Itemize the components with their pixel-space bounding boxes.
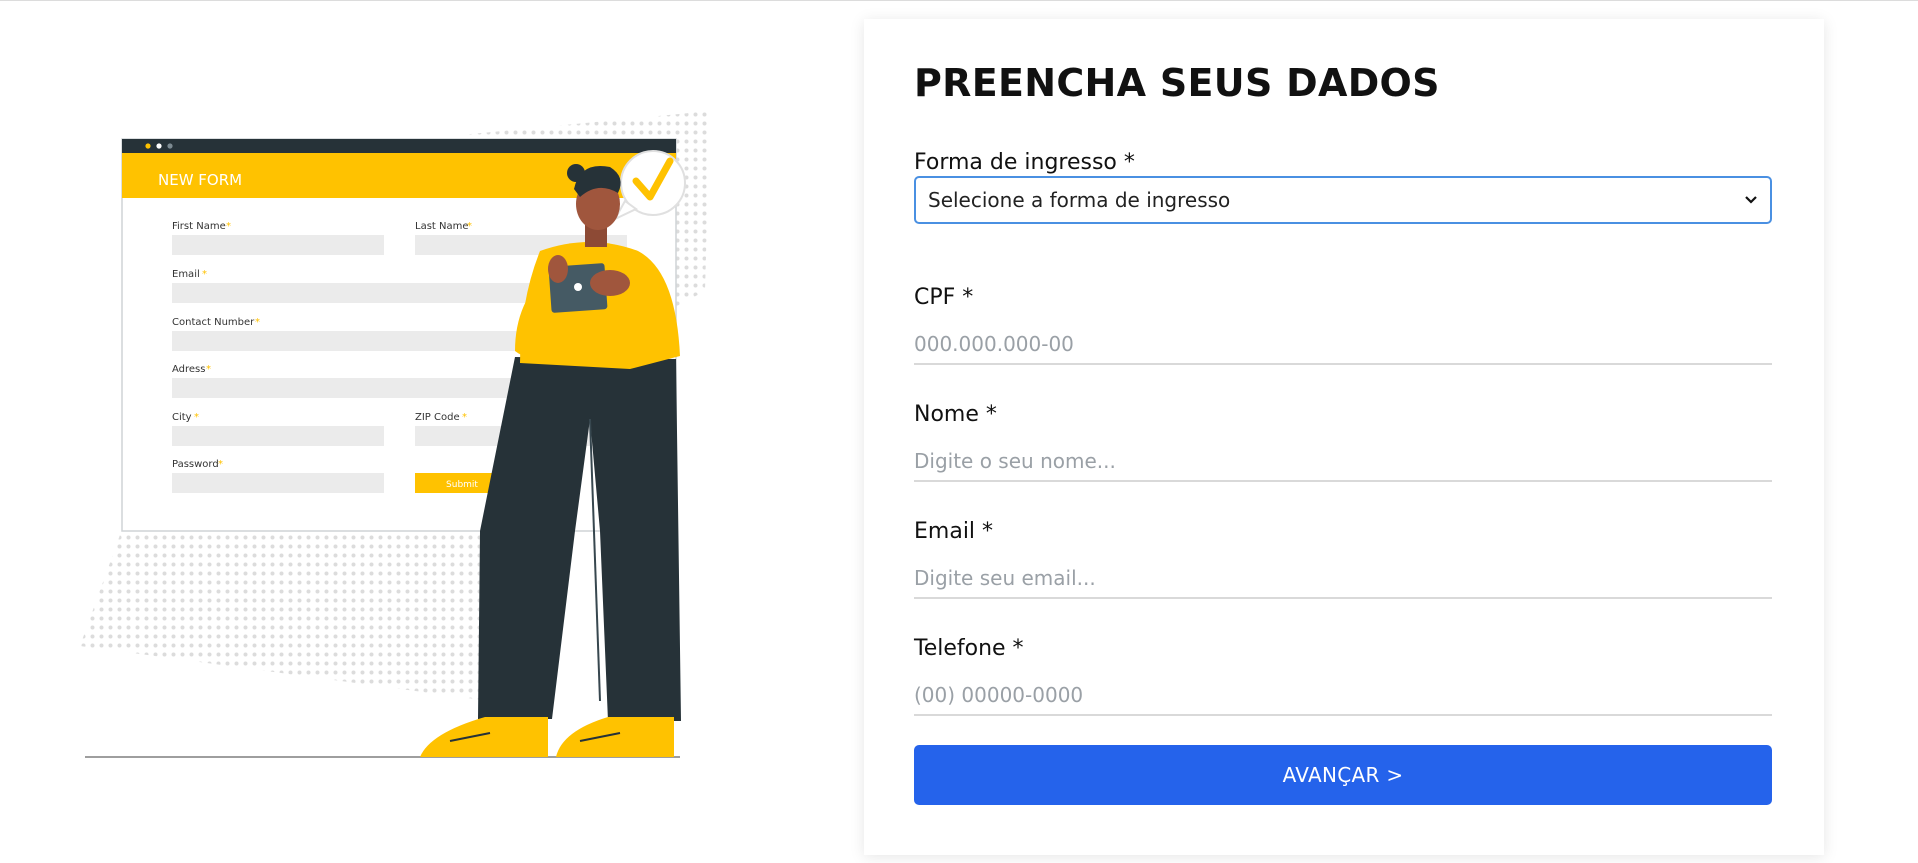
illus-required-mark: * — [255, 317, 260, 328]
chevron-down-icon — [1745, 196, 1757, 204]
signup-illustration: NEW FORM First Name * Last Name * Email … — [70, 101, 710, 766]
illus-required-mark: * — [202, 269, 207, 280]
telefone-label: Telefone * — [914, 636, 1024, 661]
illus-required-mark: * — [467, 221, 472, 232]
form-header-text: NEW FORM — [158, 171, 242, 189]
illus-label: Last Name — [415, 221, 469, 232]
illus-required-mark: * — [206, 364, 211, 375]
email-input[interactable] — [914, 559, 1772, 599]
avancar-button[interactable]: AVANÇAR > — [914, 745, 1772, 805]
email-label: Email * — [914, 519, 994, 544]
illus-label: Contact Number — [172, 317, 255, 328]
ingresso-label: Forma de ingresso * — [914, 150, 1135, 175]
illus-label: First Name — [172, 221, 226, 232]
telefone-input[interactable] — [914, 676, 1772, 716]
illus-required-mark: * — [462, 412, 467, 423]
ingresso-selected-value: Selecione a forma de ingresso — [928, 188, 1231, 212]
illus-label: Password — [172, 459, 219, 470]
illus-submit-text: Submit — [446, 480, 478, 490]
signup-form-card: PREENCHA SEUS DADOS Forma de ingresso * … — [864, 19, 1824, 855]
illus-required-mark: * — [226, 221, 231, 232]
illus-label: City — [172, 412, 192, 423]
page-title: PREENCHA SEUS DADOS — [914, 61, 1440, 105]
illus-required-mark: * — [218, 459, 223, 470]
ingresso-select[interactable]: Selecione a forma de ingresso — [914, 176, 1772, 224]
illus-label: Adress — [172, 364, 205, 375]
cpf-label: CPF * — [914, 285, 974, 310]
nome-label: Nome * — [914, 402, 997, 427]
cpf-input[interactable] — [914, 325, 1772, 365]
illus-required-mark: * — [194, 412, 199, 423]
nome-input[interactable] — [914, 442, 1772, 482]
illus-label: ZIP Code — [415, 412, 460, 423]
illus-label: Email — [172, 269, 200, 280]
